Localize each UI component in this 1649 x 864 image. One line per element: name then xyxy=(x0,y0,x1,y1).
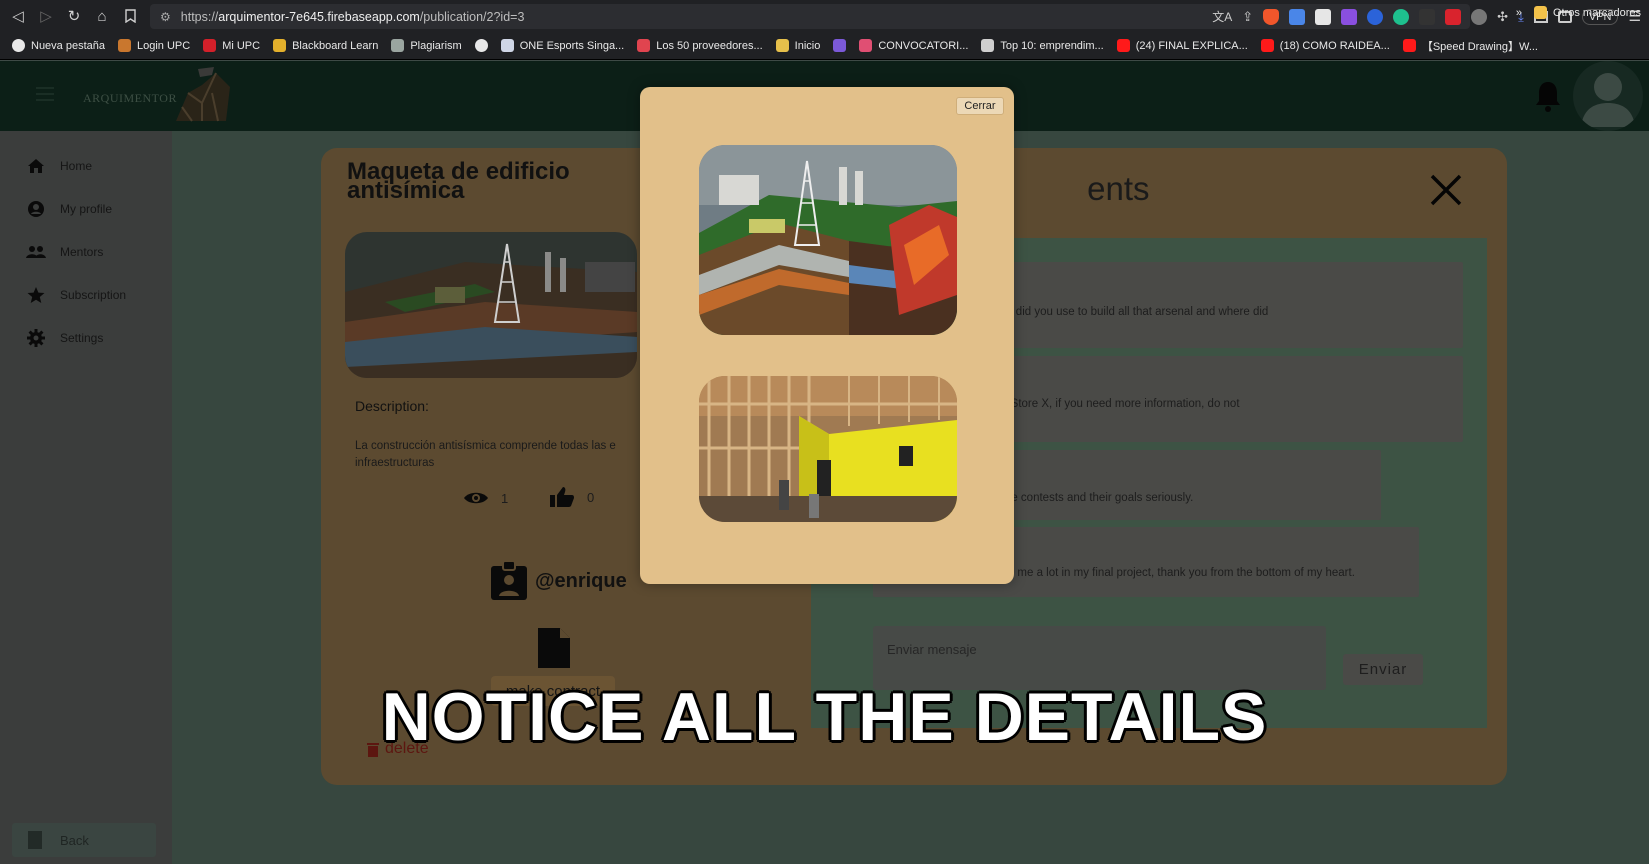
other-bookmarks-folder[interactable]: Otros marcadores xyxy=(1533,6,1641,19)
exit-door-icon xyxy=(28,831,42,849)
likes-stat[interactable]: 0 xyxy=(549,486,594,508)
bookmarks-more-button[interactable]: » xyxy=(1516,7,1522,19)
bookmark-item[interactable]: Top 10: emprendim... xyxy=(981,39,1104,52)
url-text: https://arquimentor-7e645.firebaseapp.co… xyxy=(180,9,525,24)
bookmark-item[interactable]: Login UPC xyxy=(118,39,190,52)
close-modal-button[interactable]: Cerrar xyxy=(956,97,1004,115)
bookmark-item[interactable]: (24) FINAL EXPLICA... xyxy=(1116,39,1248,52)
user-icon xyxy=(118,39,131,52)
youtube-icon xyxy=(1116,39,1130,52)
avatar-placeholder-icon xyxy=(1581,73,1635,127)
hat-ext-icon[interactable] xyxy=(1419,8,1436,25)
gallery-image-model[interactable] xyxy=(699,145,957,335)
author-username: @enrique xyxy=(535,569,627,592)
puzzle-icon[interactable]: ✣ xyxy=(1497,9,1508,25)
translate-icon[interactable]: 文A xyxy=(1212,8,1232,25)
sidebar-item-my-profile[interactable]: My profile xyxy=(26,199,112,219)
hamburger-menu-icon[interactable] xyxy=(36,87,54,101)
site-info-icon[interactable]: ⚙ xyxy=(160,10,171,24)
p-icon xyxy=(981,39,995,52)
folder-icon xyxy=(1533,6,1547,19)
contact-badge-icon xyxy=(491,560,527,600)
brave-shield-icon[interactable] xyxy=(1263,8,1280,25)
share-icon[interactable]: ⇪ xyxy=(1242,9,1253,25)
shield-ext-icon[interactable] xyxy=(1471,8,1488,25)
eye-icon xyxy=(464,492,488,504)
sidebar-item-home[interactable]: Home xyxy=(26,156,92,176)
views-count: 1 xyxy=(501,490,509,506)
youtube-icon xyxy=(1402,39,1416,52)
home-icon xyxy=(26,156,46,176)
target-icon xyxy=(637,39,651,52)
wave-icon xyxy=(391,39,405,52)
logo-text: ARQUIMENTOR xyxy=(83,91,177,105)
bookmark-item[interactable] xyxy=(833,39,847,52)
close-comments-icon[interactable] xyxy=(1428,172,1464,208)
arquimentor-logo-icon xyxy=(176,67,230,122)
bookmark-item[interactable]: Blackboard Learn xyxy=(273,39,378,52)
thumbs-up-icon[interactable] xyxy=(549,486,575,508)
sidebar-item-mentors[interactable]: Mentors xyxy=(26,242,103,262)
bookmark-item[interactable]: Inicio xyxy=(775,39,820,52)
bookmark-icon[interactable] xyxy=(116,0,144,32)
globe-icon xyxy=(12,39,25,52)
bookmark-item[interactable]: Nueva pestaña xyxy=(12,39,105,52)
gallery-image-construction[interactable] xyxy=(699,376,957,522)
sidebar-item-subscription[interactable]: Subscription xyxy=(26,285,126,305)
globe-icon xyxy=(474,39,488,52)
views-stat: 1 xyxy=(463,490,508,506)
notifications-bell-icon[interactable] xyxy=(1534,79,1562,113)
people-icon xyxy=(26,242,46,262)
author-info[interactable]: @enrique xyxy=(489,560,627,602)
bookmark-item[interactable]: Plagiarism xyxy=(391,39,462,52)
bookmark-item[interactable]: ONE Esports Singa... xyxy=(500,39,624,52)
purple-ext-icon[interactable] xyxy=(1341,8,1358,25)
bars-icon xyxy=(273,39,287,52)
bookmark-item[interactable] xyxy=(474,39,488,52)
af-icon xyxy=(775,39,789,52)
pdf-ext-icon[interactable] xyxy=(1445,8,1462,25)
likes-count: 0 xyxy=(587,489,595,505)
esports-icon xyxy=(500,39,514,52)
bookmark-item[interactable]: CONVOCATORI... xyxy=(859,39,968,52)
home-browser-icon[interactable]: ⌂ xyxy=(88,0,116,32)
user-avatar[interactable] xyxy=(1573,61,1643,131)
bookmark-item[interactable]: 【Speed Drawing】W... xyxy=(1402,38,1538,54)
video-caption: NOTICE ALL THE DETAILS xyxy=(381,679,1268,755)
description-text: La construcción antisísmica comprende to… xyxy=(355,440,616,469)
sidebar-item-settings[interactable]: Settings xyxy=(26,328,103,348)
bookmark-item[interactable]: Mi UPC xyxy=(203,39,260,52)
account-circle-icon xyxy=(26,199,46,219)
bookmarks-overflow: » Otros marcadores xyxy=(1516,6,1641,19)
green-ext-icon[interactable] xyxy=(1393,8,1410,25)
bookmark-item[interactable]: Los 50 proveedores... xyxy=(637,39,763,52)
grid-icon xyxy=(833,39,847,52)
forward-arrow-icon[interactable]: ▷ xyxy=(32,0,60,32)
bag-ext-icon[interactable] xyxy=(1315,8,1332,25)
description-label: Description: xyxy=(355,398,429,414)
back-button[interactable]: Back xyxy=(12,823,156,857)
publication-cover-image[interactable] xyxy=(345,232,637,378)
wave-ext-icon[interactable] xyxy=(1367,8,1384,25)
bookmarks-bar: Nueva pestaña Login UPC Mi UPC Blackboard L… xyxy=(0,32,1649,60)
youtube-icon xyxy=(1260,39,1274,52)
flag-icon xyxy=(859,39,873,52)
reload-icon[interactable]: ↻ xyxy=(60,0,88,32)
image-gallery-modal: Cerrar xyxy=(640,87,1014,584)
bookmark-item[interactable]: (18) COMO RAIDEA... xyxy=(1260,39,1390,52)
translate-ext-icon[interactable] xyxy=(1289,8,1306,25)
publication-title: Maqueta de edificio antisímica xyxy=(347,158,570,204)
back-arrow-icon[interactable]: ◁ xyxy=(4,0,32,32)
upc-logo-icon xyxy=(203,39,217,52)
gear-icon xyxy=(26,328,46,348)
star-icon xyxy=(26,285,46,305)
document-icon[interactable] xyxy=(536,626,572,670)
browser-toolbar: ◁ ▷ ↻ ⌂ ⚙ https://arquimentor-7e645.fire… xyxy=(0,0,1649,32)
